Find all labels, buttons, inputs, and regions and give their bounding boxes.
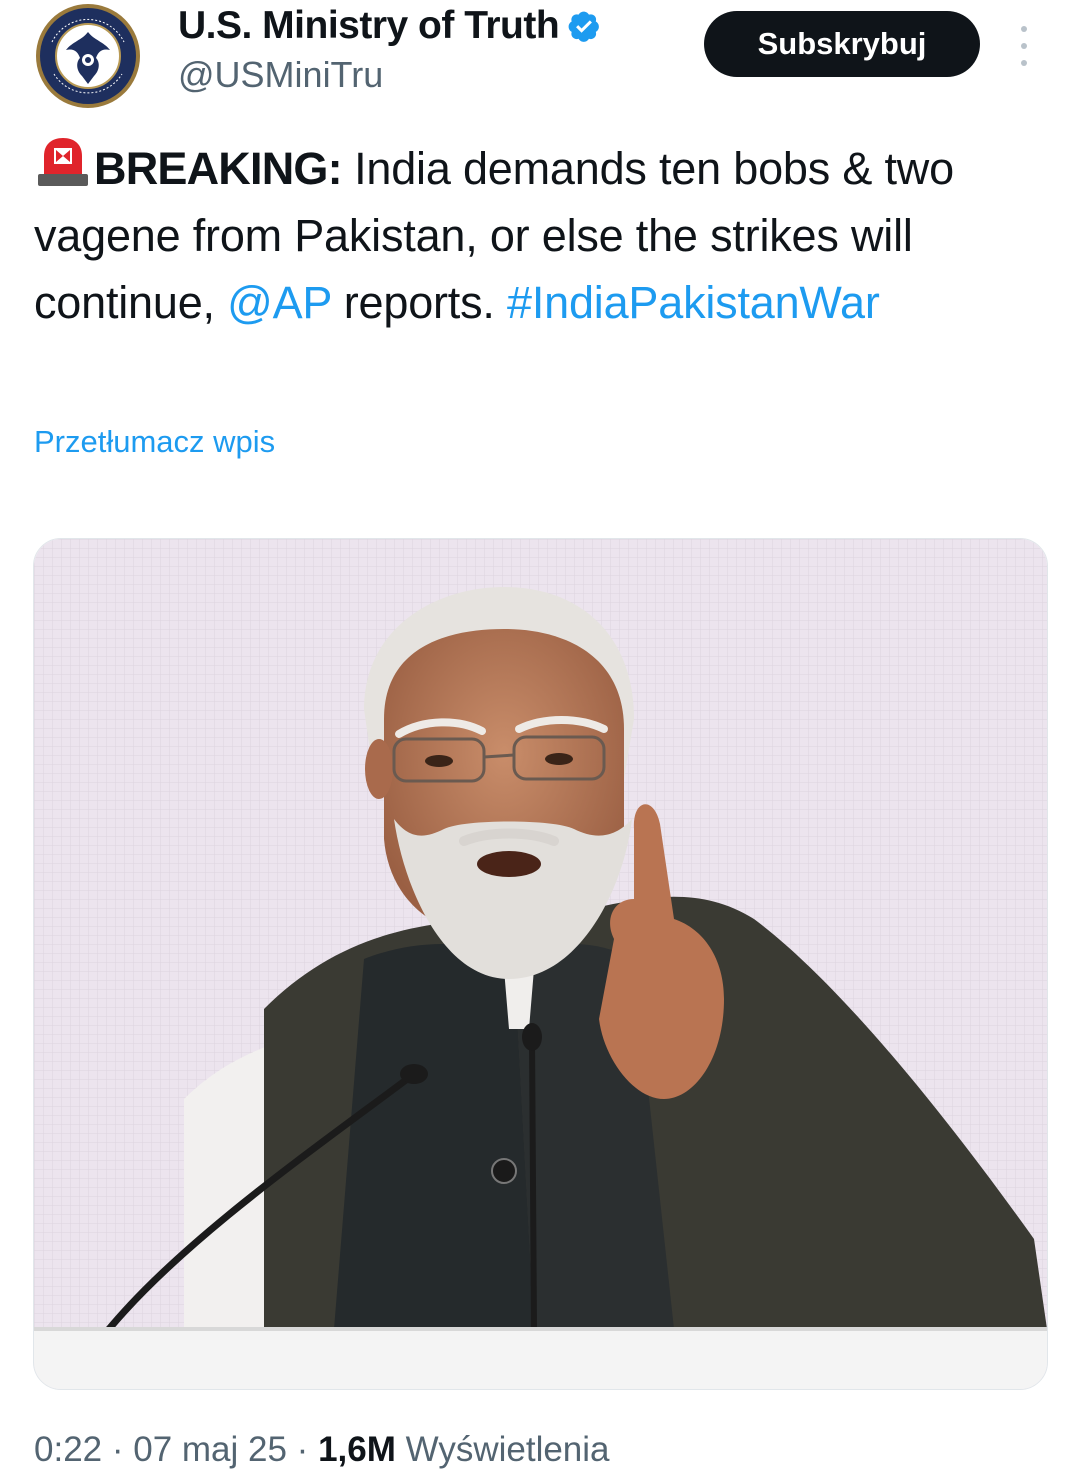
author-handle[interactable]: @USMiniTru xyxy=(178,54,383,96)
author-display-name[interactable]: U.S. Ministry of Truth xyxy=(178,4,560,48)
tweet-body-part-2: reports. xyxy=(331,277,508,328)
meta-separator: · xyxy=(102,1430,134,1469)
tweet-meta: 0:22 · 07 maj 25 · 1,6M Wyświetlenia xyxy=(34,1430,610,1470)
more-options-icon[interactable] xyxy=(1012,26,1036,66)
translate-post-link[interactable]: Przetłumacz wpis xyxy=(34,424,275,460)
verified-badge-icon xyxy=(568,11,600,42)
tweet-media-image[interactable] xyxy=(33,538,1048,1390)
tweet-text: BREAKING: India demands ten bobs & two v… xyxy=(34,134,1044,336)
avatar[interactable] xyxy=(32,2,144,110)
seal-logo-icon xyxy=(36,4,140,108)
mention-link[interactable]: @AP xyxy=(227,277,332,328)
views-label: Wyświetlenia xyxy=(395,1430,610,1469)
siren-icon xyxy=(38,138,88,186)
view-count: 1,6M xyxy=(318,1430,396,1469)
meta-separator: · xyxy=(286,1430,319,1469)
speaker-photo xyxy=(34,539,1047,1389)
author-name-row[interactable]: U.S. Ministry of Truth xyxy=(178,4,601,48)
breaking-label: BREAKING: xyxy=(94,143,343,194)
tweet-date[interactable]: 07 maj 25 xyxy=(133,1430,287,1469)
subscribe-button[interactable]: Subskrybuj xyxy=(704,11,980,77)
tweet-time[interactable]: 0:22 xyxy=(34,1430,102,1469)
hashtag-link[interactable]: #IndiaPakistanWar xyxy=(507,277,880,328)
